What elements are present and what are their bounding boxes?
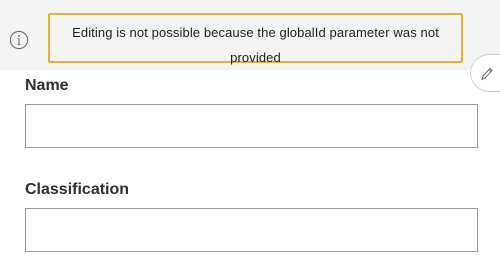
notice-message: Editing is not possible because the glob… [72, 25, 439, 65]
edit-disabled-notice: Editing is not possible because the glob… [48, 13, 463, 65]
edit-form-panel: Editing is not possible because the glob… [0, 0, 500, 271]
notice-bar: Editing is not possible because the glob… [0, 0, 500, 70]
edit-button[interactable] [470, 54, 500, 92]
classification-input[interactable] [25, 208, 478, 252]
name-input[interactable] [25, 104, 478, 148]
name-label: Name [25, 77, 69, 94]
pencil-icon [481, 67, 493, 81]
classification-label: Classification [25, 181, 130, 198]
info-icon [9, 30, 29, 50]
